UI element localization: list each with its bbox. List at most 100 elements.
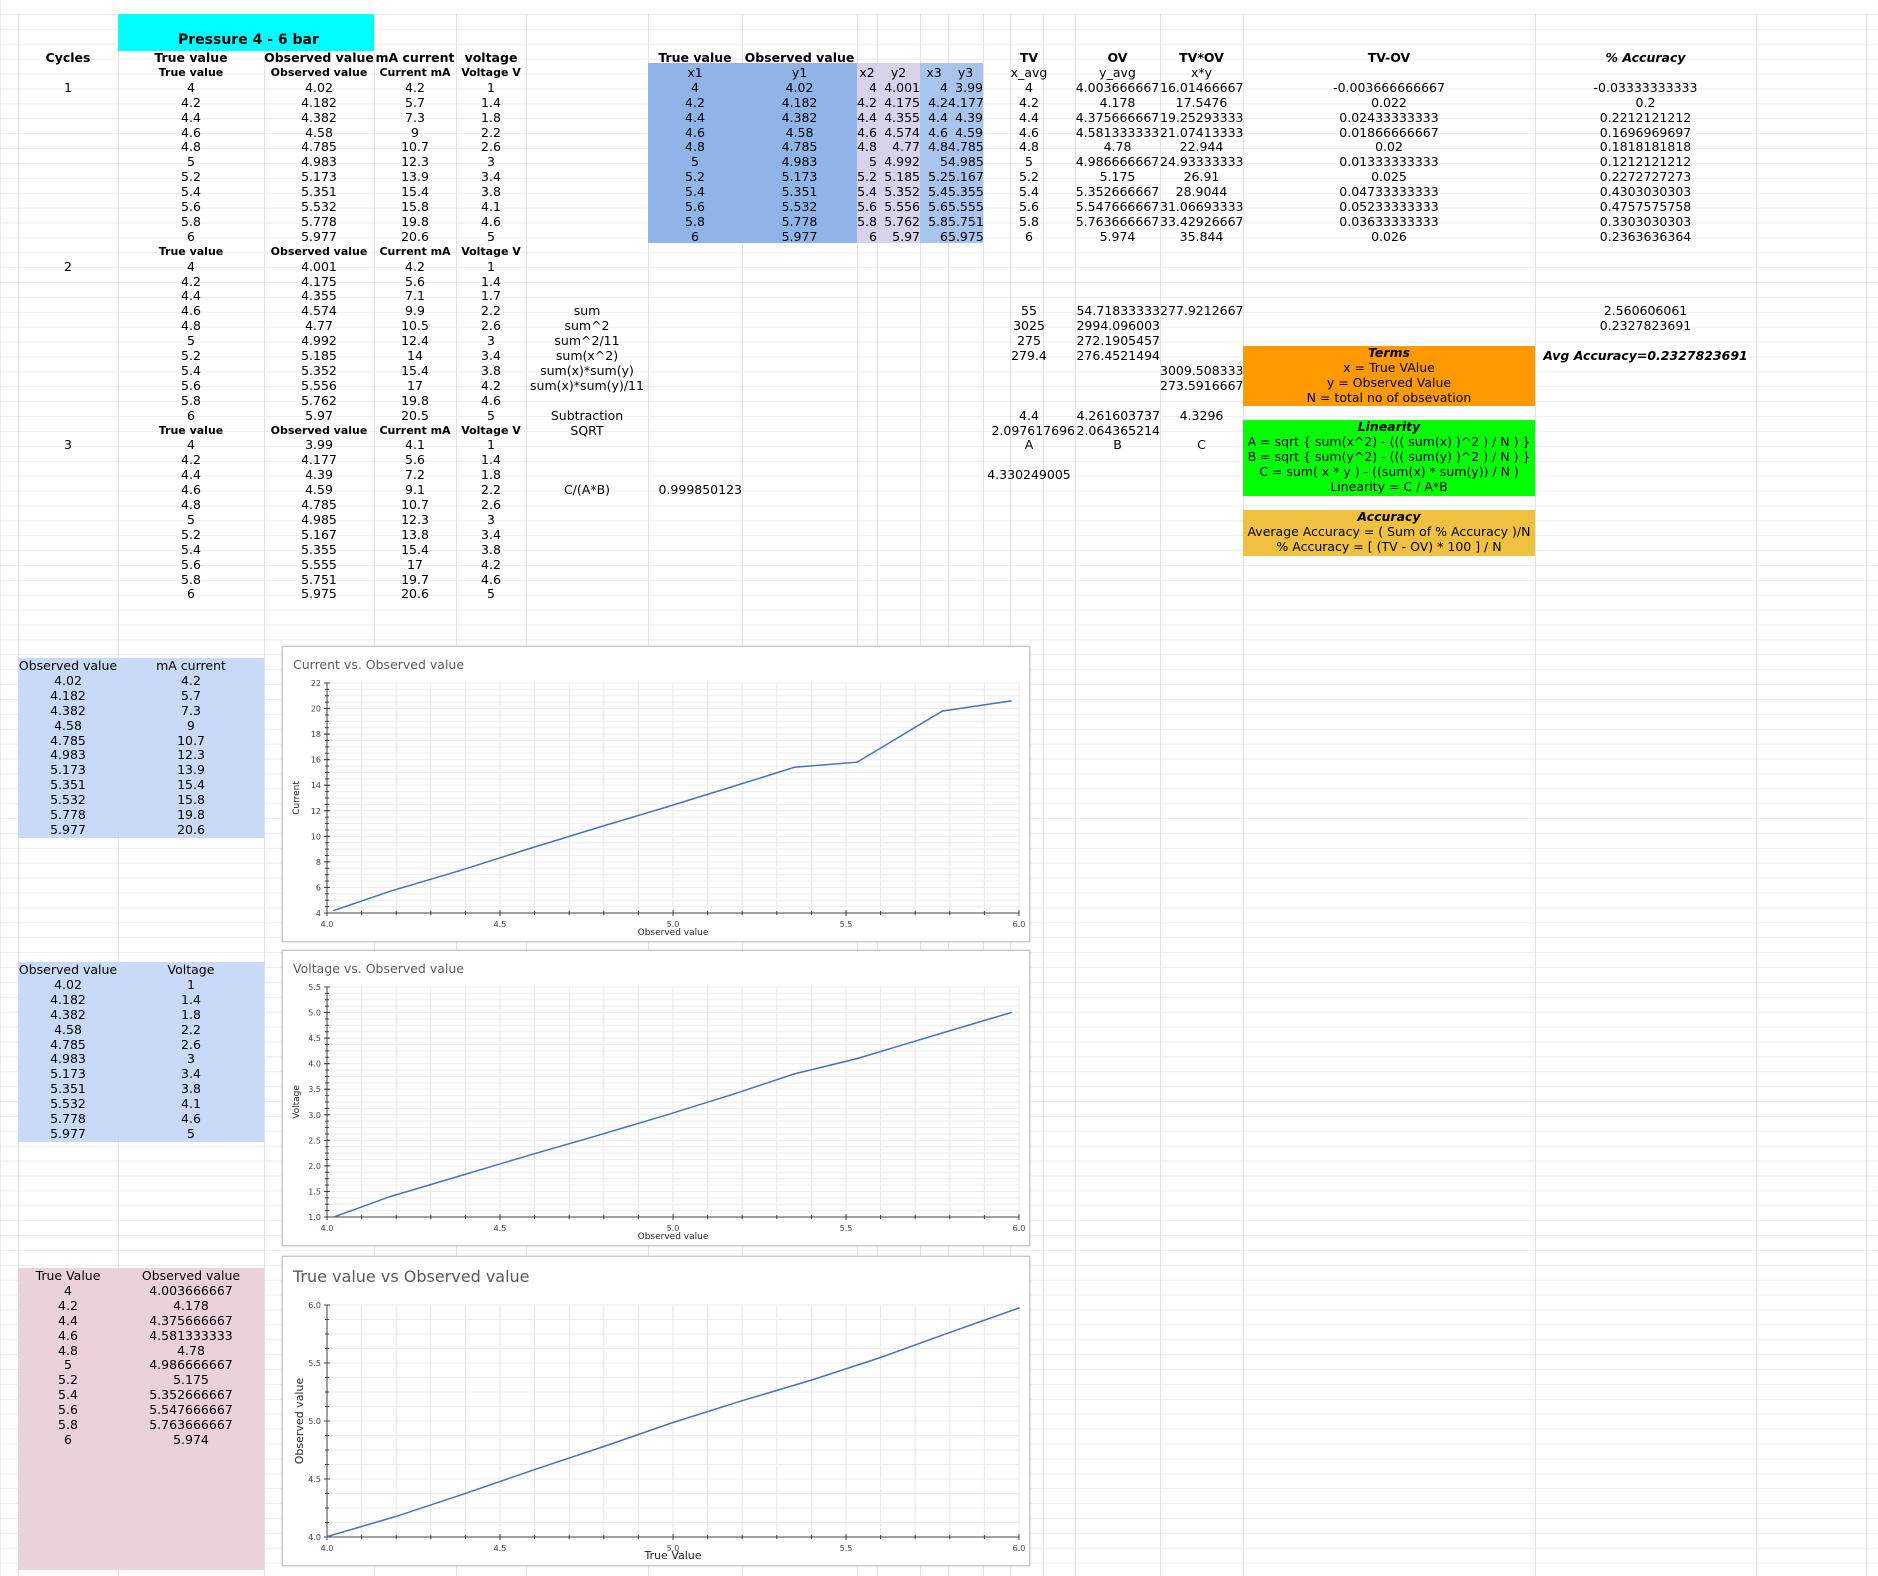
table-cell[interactable]: 0.3303030303 — [1535, 214, 1756, 229]
table-cell[interactable]: 17.5476 — [1160, 95, 1243, 110]
table-cell[interactable]: 17 — [374, 378, 456, 393]
table-cell[interactable]: 5.6 — [18, 1402, 118, 1417]
table-cell[interactable]: 4.4 — [118, 110, 264, 125]
table-cell[interactable]: 4.6 — [18, 1328, 118, 1343]
table-cell[interactable]: 5.7 — [374, 95, 456, 110]
table-cell[interactable]: 5.6 — [857, 199, 877, 214]
table-cell[interactable]: 5.778 — [18, 807, 118, 822]
table-cell[interactable]: 2.6 — [118, 1037, 264, 1052]
table-cell[interactable]: 5.977 — [264, 229, 374, 244]
table-cell[interactable]: 5.2 — [118, 527, 264, 542]
table-cell[interactable]: 4.574 — [264, 303, 374, 318]
table-cell[interactable]: 4.182 — [18, 992, 118, 1007]
table-cell[interactable]: 1 — [456, 80, 526, 95]
table-cell[interactable]: 4.983 — [18, 747, 118, 762]
table-cell[interactable]: 4.003666667 — [1075, 80, 1160, 95]
table-cell[interactable]: 4.182 — [18, 688, 118, 703]
calc-value[interactable]: 0.2327823691 — [1535, 318, 1756, 333]
table-cell[interactable]: 4 — [118, 80, 264, 95]
table-cell[interactable]: 4.6 — [648, 125, 742, 140]
cycle-sub-header[interactable]: Voltage V — [456, 423, 526, 438]
table-cell[interactable]: 5.355 — [948, 184, 984, 199]
calc-label[interactable]: C/(A*B) — [526, 482, 648, 497]
table-cell[interactable]: 5.6 — [374, 274, 456, 289]
table-cell[interactable]: 2.2 — [118, 1022, 264, 1037]
table-cell[interactable]: 4.2 — [920, 95, 948, 110]
table-cell[interactable]: 4.6 — [456, 214, 526, 229]
table-cell[interactable]: 4.02 — [18, 977, 118, 992]
table-cell[interactable]: 4.003666667 — [118, 1283, 264, 1298]
table-cell[interactable]: 4.59 — [264, 482, 374, 497]
table-cell[interactable]: 5.352 — [877, 184, 920, 199]
calc-value[interactable]: 272.1905457 — [1075, 333, 1160, 348]
table-cell[interactable]: 15.4 — [374, 184, 456, 199]
table-cell[interactable]: 4.2 — [456, 557, 526, 572]
table-cell[interactable]: 5.6 — [118, 557, 264, 572]
table-cell[interactable]: 4.78 — [1075, 139, 1160, 154]
table-cell[interactable]: 4.986666667 — [118, 1357, 264, 1372]
table-cell[interactable]: 4 — [118, 437, 264, 452]
table-cell[interactable]: 1.8 — [118, 1007, 264, 1022]
table-cell[interactable]: 0.1818181818 — [1535, 139, 1756, 154]
table-cell[interactable]: 4.785 — [18, 733, 118, 748]
table-cell[interactable]: 4.6 — [456, 572, 526, 587]
table-cell[interactable]: 4.6 — [920, 125, 948, 140]
calc-value[interactable]: 273.5916667 — [1160, 378, 1244, 393]
chart-true-vs-observed[interactable]: True value vs Observed value 4.0 4.5 5.0 5.… — [282, 1256, 1030, 1566]
calc-value[interactable]: 3025 — [983, 318, 1075, 333]
table-cell[interactable]: 4.39 — [948, 110, 983, 125]
table-cell[interactable]: 4.177 — [264, 452, 374, 467]
table-cell[interactable]: 15.4 — [118, 777, 264, 792]
table-cell[interactable]: 14 — [374, 348, 456, 363]
table-cell[interactable]: 0.05233333333 — [1243, 199, 1535, 214]
table-cell[interactable]: 2.6 — [456, 497, 526, 512]
table-cell[interactable]: 21.07413333 — [1160, 125, 1244, 140]
table-cell[interactable]: 5.763666667 — [118, 1417, 264, 1432]
table-cell[interactable]: 4.2 — [118, 452, 264, 467]
cycle-sub-header[interactable]: Observed value — [264, 65, 374, 80]
table-cell[interactable]: 20.6 — [374, 229, 456, 244]
table-cell[interactable]: 4.992 — [877, 154, 920, 169]
table-cell[interactable]: 4.4 — [118, 467, 264, 482]
calc-value[interactable]: 277.9212667 — [1160, 303, 1244, 318]
xy-header[interactable]: True value — [648, 50, 742, 65]
table-cell[interactable]: 3.4 — [118, 1066, 264, 1081]
table-cell[interactable]: 4.39 — [264, 467, 374, 482]
table-cell[interactable]: 4 — [18, 1283, 118, 1298]
table-cell[interactable]: 4.785 — [948, 139, 984, 154]
table-cell[interactable]: 4.4 — [648, 110, 742, 125]
chart-current[interactable]: Current vs. Observed value 4.0 4.5 5.0 5.5 6… — [282, 646, 1030, 942]
table-cell[interactable]: 20.5 — [374, 408, 456, 423]
table-cell[interactable]: 22.944 — [1160, 139, 1243, 154]
table-cell[interactable]: 0.2363636364 — [1535, 229, 1756, 244]
table-cell[interactable]: 4.4 — [857, 110, 877, 125]
table-cell[interactable]: 12.3 — [374, 512, 456, 527]
table-cell[interactable]: 2.6 — [456, 318, 526, 333]
table-cell[interactable]: 3.8 — [456, 542, 526, 557]
table-cell[interactable]: 4.6 — [118, 125, 264, 140]
table-cell[interactable]: 4.2 — [118, 95, 264, 110]
table-cell[interactable]: 15.8 — [374, 199, 456, 214]
small-table-header[interactable]: Voltage — [118, 962, 264, 977]
table-cell[interactable]: 0.2212121212 — [1535, 110, 1756, 125]
table-cell[interactable]: 4.58 — [742, 125, 857, 140]
table-cell[interactable]: 5 — [118, 154, 264, 169]
table-cell[interactable]: 4 — [857, 80, 877, 95]
avg-header[interactable]: % Accuracy — [1535, 50, 1756, 65]
table-cell[interactable]: 9.1 — [374, 482, 456, 497]
table-cell[interactable]: 1.4 — [456, 95, 526, 110]
table-cell[interactable]: 5.974 — [118, 1432, 264, 1447]
table-cell[interactable]: 5.8 — [920, 214, 948, 229]
table-cell[interactable]: 4.355 — [264, 288, 374, 303]
table-cell[interactable]: 24.93333333 — [1160, 154, 1244, 169]
table-cell[interactable]: 5.97 — [264, 408, 374, 423]
table-cell[interactable]: 4.4 — [920, 110, 948, 125]
table-cell[interactable]: 4.58 — [264, 125, 374, 140]
table-cell[interactable]: 0.01333333333 — [1243, 154, 1535, 169]
calc-value[interactable]: 4.4 — [983, 408, 1075, 423]
table-cell[interactable]: 1.8 — [456, 110, 526, 125]
table-cell[interactable]: 5 — [118, 1126, 264, 1141]
table-cell[interactable]: 16.01466667 — [1160, 80, 1244, 95]
calc-label[interactable]: sum(x)*sum(y)/11 — [526, 378, 648, 393]
table-cell[interactable]: 5.6 — [118, 199, 264, 214]
